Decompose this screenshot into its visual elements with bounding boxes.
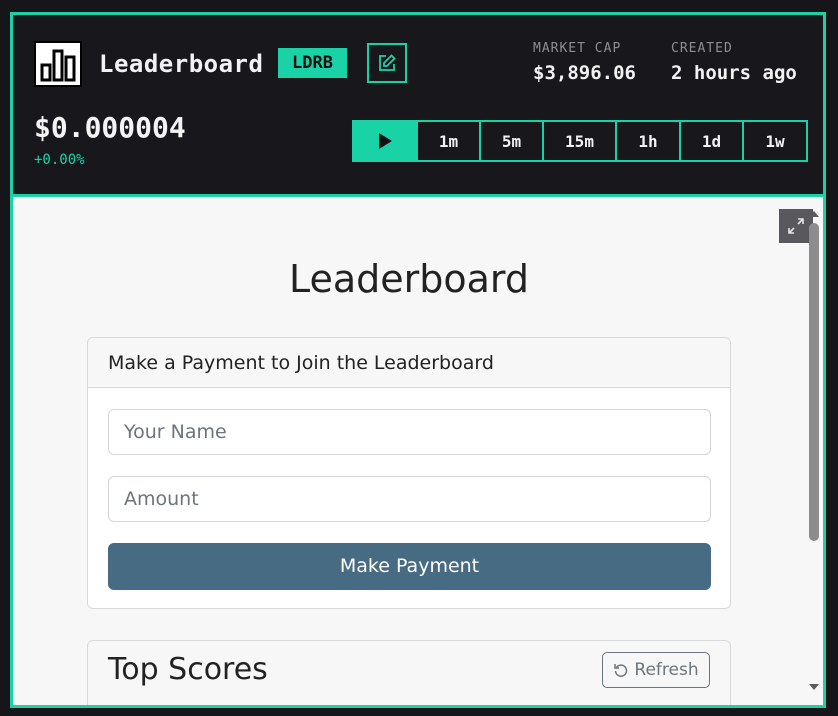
scroll-up-icon[interactable]	[809, 211, 819, 217]
name-input[interactable]: Your Name	[108, 409, 711, 455]
token-header: Leaderboard LDRB MARKET CAP $3,896.06 CR…	[13, 15, 823, 194]
page-title: Leaderboard	[288, 257, 530, 301]
app-content: Leaderboard Make a Payment to Join the L…	[13, 197, 823, 705]
created-label: CREATED	[671, 41, 733, 56]
payment-card: Make a Payment to Join the Leaderboard Y…	[87, 337, 731, 609]
top-scores-card: Top Scores Refresh	[87, 640, 731, 705]
play-button[interactable]	[354, 122, 416, 160]
timeframe-1m[interactable]: 1m	[416, 122, 479, 160]
refresh-icon	[614, 664, 628, 677]
timeframe-5m[interactable]: 5m	[479, 122, 542, 160]
token-name: Leaderboard	[99, 50, 264, 78]
ticker-badge: LDRB	[278, 48, 347, 78]
refresh-label: Refresh	[634, 660, 699, 680]
top-scores-title: Top Scores	[108, 652, 268, 687]
app-frame: Leaderboard LDRB MARKET CAP $3,896.06 CR…	[10, 12, 826, 708]
market-cap-label: MARKET CAP	[533, 41, 622, 56]
payment-card-header: Make a Payment to Join the Leaderboard	[88, 338, 730, 388]
timeframe-bar: 1m 5m 15m 1h 1d 1w	[352, 120, 808, 162]
timeframe-1d[interactable]: 1d	[679, 122, 742, 160]
play-icon	[379, 133, 392, 149]
price-change: +0.00%	[34, 152, 85, 168]
market-cap-value: $3,896.06	[533, 62, 636, 84]
edit-icon	[379, 54, 396, 71]
amount-input[interactable]: Amount	[108, 476, 711, 522]
timeframe-1w[interactable]: 1w	[742, 122, 806, 160]
scroll-down-icon[interactable]	[809, 684, 819, 690]
bar-chart-icon	[34, 41, 82, 87]
scrollbar-thumb[interactable]	[809, 223, 819, 541]
timeframe-15m[interactable]: 15m	[542, 122, 615, 160]
created-value: 2 hours ago	[671, 62, 797, 84]
token-price: $0.000004	[34, 111, 186, 144]
make-payment-button[interactable]: Make Payment	[108, 543, 711, 590]
edit-button[interactable]	[367, 43, 407, 83]
expand-icon	[788, 218, 804, 234]
refresh-button[interactable]: Refresh	[602, 652, 710, 688]
timeframe-1h[interactable]: 1h	[615, 122, 679, 160]
